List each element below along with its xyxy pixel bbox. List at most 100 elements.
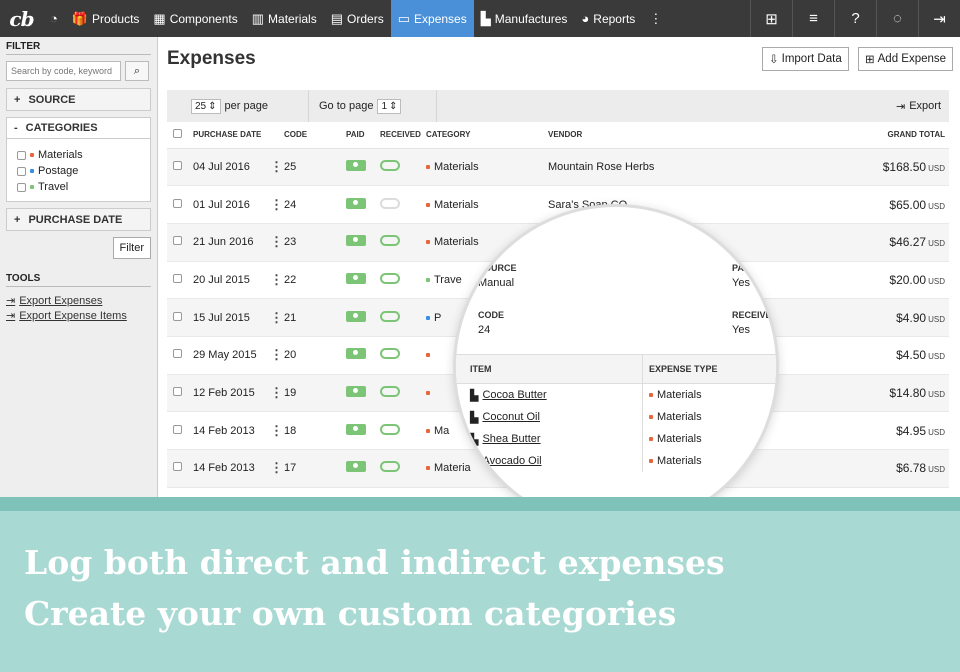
purchase-date-panel-header[interactable]: + PURCHASE DATE: [7, 209, 150, 230]
expense-type-text: Materials: [657, 455, 702, 467]
received-icon[interactable]: [380, 311, 400, 322]
more-vertical-icon[interactable]: ⋮: [270, 197, 283, 212]
export-file-icon: ⇥: [6, 309, 15, 322]
more-vertical-icon[interactable]: ⋮: [270, 159, 283, 174]
money-icon[interactable]: [346, 160, 366, 171]
row-checkbox[interactable]: [173, 425, 182, 434]
nav-products[interactable]: 🎁Products: [65, 0, 147, 37]
item-link[interactable]: Cocoa Butter: [482, 389, 546, 401]
money-icon[interactable]: [346, 348, 366, 359]
table-row[interactable]: 04 Jul 2016⋮25MaterialsMountain Rose Her…: [167, 148, 949, 186]
row-checkbox[interactable]: [173, 161, 182, 170]
more-vertical-icon[interactable]: ⋮: [270, 423, 283, 438]
paid-cell: [346, 336, 380, 374]
category-filter-item[interactable]: Travel: [17, 179, 140, 195]
money-icon[interactable]: [346, 386, 366, 397]
row-checkbox[interactable]: [173, 199, 182, 208]
categories-panel-header[interactable]: - CATEGORIES: [7, 118, 150, 139]
select-all-checkbox[interactable]: [173, 129, 182, 138]
money-icon[interactable]: [346, 311, 366, 322]
nav-materials[interactable]: ▥Materials: [245, 0, 324, 37]
tool-link[interactable]: ⇥Export Expense Items: [6, 308, 151, 323]
nav-manufactures[interactable]: ▙Manufactures: [474, 0, 575, 37]
search-input[interactable]: [6, 61, 121, 81]
item-link[interactable]: Shea Butter: [482, 433, 540, 445]
item-cell: ▙ Cocoa Butter: [456, 389, 642, 402]
received-icon[interactable]: [380, 160, 400, 171]
money-icon[interactable]: [346, 235, 366, 246]
row-checkbox[interactable]: [173, 236, 182, 245]
nav-dashboard[interactable]: ◔: [43, 0, 65, 37]
add-icon: ⊞: [865, 52, 875, 66]
brand-logo[interactable]: cb: [0, 0, 43, 37]
received-icon[interactable]: [380, 273, 400, 284]
received-cell: [380, 374, 426, 412]
category-checkbox[interactable]: [17, 183, 26, 192]
currency-code: USD: [928, 352, 945, 361]
nav-reports[interactable]: ◕Reports: [574, 0, 642, 37]
help-button[interactable]: ?: [834, 0, 876, 37]
code-cell: 25: [284, 148, 346, 186]
more-vertical-icon[interactable]: ⋮: [270, 234, 283, 249]
tool-link[interactable]: ⇥Export Expenses: [6, 293, 151, 308]
category-filter-item[interactable]: Postage: [17, 163, 140, 179]
add-expense-button[interactable]: ⊞ Add Expense: [858, 47, 953, 71]
item-link[interactable]: Coconut Oil: [482, 411, 539, 423]
filter-button[interactable]: Filter: [113, 237, 151, 259]
import-data-button[interactable]: ⇩ Import Data: [762, 47, 849, 71]
more-vertical-icon[interactable]: ⋮: [270, 272, 283, 287]
category-checkbox[interactable]: [17, 167, 26, 176]
more-vertical-icon[interactable]: ⋮: [270, 347, 283, 362]
received-icon[interactable]: [380, 235, 400, 246]
row-checkbox[interactable]: [173, 387, 182, 396]
search-button[interactable]: ⌕: [125, 61, 149, 81]
category-checkbox[interactable]: [17, 151, 26, 160]
received-icon[interactable]: [380, 461, 400, 472]
received-icon[interactable]: [380, 386, 400, 397]
received-icon[interactable]: [380, 198, 400, 209]
row-select-cell: [167, 412, 193, 450]
received-icon[interactable]: [380, 424, 400, 435]
col-paid[interactable]: PAID: [346, 122, 380, 148]
nav-orders[interactable]: ▤Orders: [324, 0, 391, 37]
export-button[interactable]: ⇥ Export: [896, 100, 949, 113]
add-button[interactable]: ⊞: [750, 0, 792, 37]
logout-button[interactable]: ⇥: [918, 0, 960, 37]
money-icon[interactable]: [346, 461, 366, 472]
money-icon[interactable]: [346, 273, 366, 284]
col-category[interactable]: CATEGORY: [426, 122, 548, 148]
money-icon[interactable]: [346, 424, 366, 435]
chat-button[interactable]: ◌: [876, 0, 918, 37]
nav-more[interactable]: ⋮: [642, 0, 669, 37]
more-vertical-icon[interactable]: ⋮: [270, 460, 283, 475]
item-link[interactable]: Avocado Oil: [482, 455, 541, 467]
category-color-dot: [30, 153, 34, 157]
row-checkbox[interactable]: [173, 312, 182, 321]
received-cell: [380, 299, 426, 337]
source-panel-header[interactable]: + SOURCE: [7, 89, 150, 110]
received-icon[interactable]: [380, 348, 400, 359]
more-vertical-icon[interactable]: ⋮: [270, 385, 283, 400]
row-checkbox[interactable]: [173, 349, 182, 358]
nav-components[interactable]: ▦Components: [146, 0, 244, 37]
per-page-select[interactable]: 25 ⇕: [191, 99, 221, 114]
expense-type-text: Materials: [657, 389, 702, 401]
settings-button[interactable]: ≡: [792, 0, 834, 37]
paid-cell: [346, 186, 380, 224]
nav-expenses[interactable]: ▭Expenses: [391, 0, 474, 37]
category-filter-item[interactable]: Materials: [17, 147, 140, 163]
row-checkbox[interactable]: [173, 274, 182, 283]
col-received[interactable]: RECEIVED: [380, 122, 426, 148]
goto-page-select[interactable]: 1 ⇕: [377, 99, 401, 114]
money-icon[interactable]: [346, 198, 366, 209]
item-header: ITEM: [456, 364, 642, 374]
more-vertical-icon[interactable]: ⋮: [270, 310, 283, 325]
col-purchase-date[interactable]: PURCHASE DATE: [193, 122, 270, 148]
material-icon: ▙: [470, 389, 478, 402]
category-text: Ma: [434, 425, 449, 437]
col-vendor[interactable]: VENDOR: [548, 122, 808, 148]
col-code[interactable]: CODE: [284, 122, 346, 148]
col-grand-total[interactable]: GRAND TOTAL: [808, 122, 949, 148]
row-checkbox[interactable]: [173, 462, 182, 471]
category-color-dot: [649, 459, 653, 463]
